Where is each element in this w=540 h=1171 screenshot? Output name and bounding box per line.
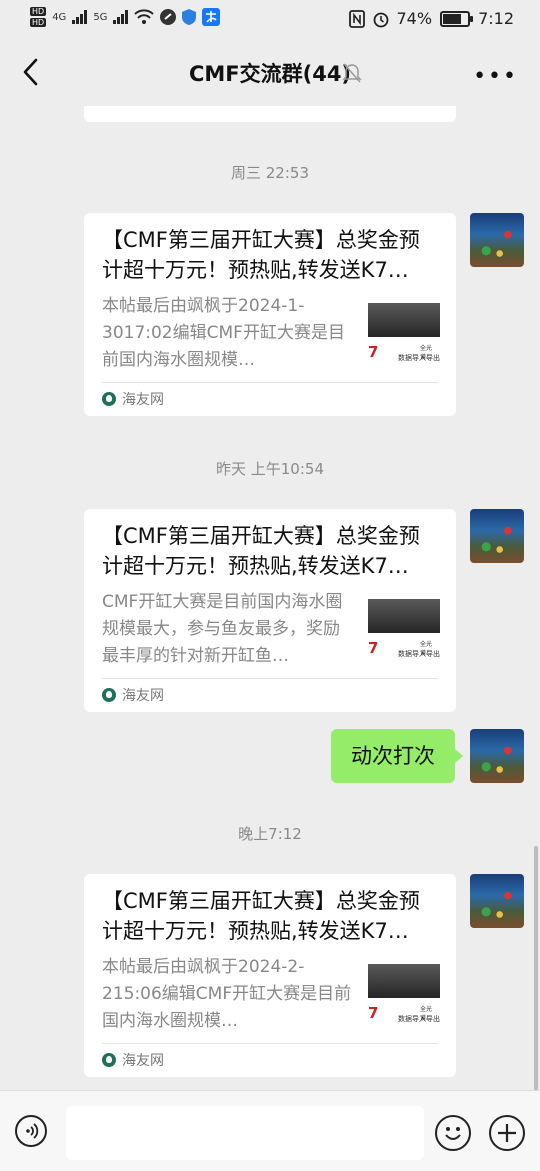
thumbnail-logo: 7	[368, 639, 379, 657]
card-source: 海友网	[102, 685, 164, 705]
card-thumbnail: 7 全光谱- 数据导入导出	[368, 303, 440, 369]
card-title: 【CMF第三届开缸大赛】总奖金预计超十万元！预热贴,转发送K7…	[102, 524, 420, 578]
status-bar: HD HD 4G 5G 74% 7:12	[0, 0, 540, 40]
card-thumbnail: 7 全光谱- 数据导入导出	[368, 964, 440, 1030]
hd-badge-2: HD	[30, 18, 47, 27]
more-dots-icon[interactable]: •••	[473, 64, 518, 89]
card-description: 本帖最后由飒枫于2024-2-215:06编辑CMF开缸大赛是目前国内海水圈规模…	[102, 957, 352, 1031]
source-name: 海友网	[122, 1053, 164, 1069]
card-divider	[102, 1043, 438, 1044]
chat-area[interactable]: 周三 22:53 【CMF第三届开缸大赛】总奖金预计超十万元！预热贴,转发送K7…	[0, 106, 540, 1090]
network-label-1: 4G	[52, 11, 67, 23]
thumbnail-screen	[368, 599, 440, 633]
card-title: 【CMF第三届开缸大赛】总奖金预计超十万元！预热贴,转发送K7…	[102, 889, 420, 943]
thumbnail-text: 数据导入导出	[398, 650, 440, 658]
chat-header: CMF交流群(44) •••	[0, 40, 540, 106]
timestamp: 晚上7:12	[238, 825, 302, 843]
card-source: 海友网	[102, 1050, 164, 1070]
timestamp: 周三 22:53	[231, 164, 309, 182]
source-logo-icon	[102, 392, 116, 406]
hd-badge-1: HD	[30, 7, 47, 16]
alarm-icon	[373, 12, 388, 27]
thumbnail-logo: 7	[368, 343, 379, 361]
source-name: 海友网	[122, 392, 164, 408]
card-source: 海友网	[102, 389, 164, 409]
wifi-icon	[134, 9, 155, 24]
message-input[interactable]	[66, 1106, 424, 1160]
network-label-2: 5G	[93, 11, 108, 23]
source-logo-icon	[102, 1053, 116, 1067]
link-card[interactable]: 【CMF第三届开缸大赛】总奖金预计超十万元！预热贴,转发送K7… 本帖最后由飒枫…	[84, 874, 456, 1077]
alipay-icon	[202, 8, 221, 26]
status-right: 74% 7:12	[348, 9, 514, 28]
card-divider	[102, 678, 438, 679]
previous-card-partial[interactable]	[84, 106, 456, 122]
text-message-bubble[interactable]: 动次打次	[331, 729, 463, 783]
nfc-icon	[348, 9, 365, 28]
signal-bars-icon	[72, 10, 88, 24]
card-title: 【CMF第三届开缸大赛】总奖金预计超十万元！预热贴,转发送K7…	[102, 228, 420, 282]
voice-icon[interactable]	[15, 1115, 47, 1147]
chat-title: CMF交流群(44)	[188, 62, 352, 86]
thumbnail-screen	[368, 303, 440, 337]
avatar[interactable]	[470, 509, 524, 563]
source-name: 海友网	[122, 688, 164, 704]
thumbnail-screen	[368, 964, 440, 998]
thumbnail-text: 数据导入导出	[398, 354, 440, 362]
status-left: HD HD 4G 5G	[30, 7, 221, 27]
battery-percent: 74%	[396, 9, 433, 28]
emoji-icon[interactable]	[435, 1115, 471, 1151]
source-logo-icon	[102, 688, 116, 702]
signal-bars-icon-2	[113, 10, 129, 24]
link-card[interactable]: 【CMF第三届开缸大赛】总奖金预计超十万元！预热贴,转发送K7… 本帖最后由飒枫…	[84, 213, 456, 416]
scrollbar[interactable]	[534, 846, 538, 1090]
card-description: CMF开缸大赛是目前国内海水圈规模最大，参与鱼友最多，奖励最丰厚的针对新开缸鱼…	[102, 592, 343, 666]
card-divider	[102, 382, 438, 383]
thumbnail-text: 数据导入导出	[398, 1015, 440, 1023]
card-thumbnail: 7 全光谱- 数据导入导出	[368, 599, 440, 665]
battery-icon	[440, 10, 474, 27]
input-bar	[0, 1090, 540, 1171]
link-card[interactable]: 【CMF第三届开缸大赛】总奖金预计超十万元！预热贴,转发送K7… CMF开缸大赛…	[84, 509, 456, 712]
sync-icon	[160, 9, 177, 25]
mute-bell-icon	[342, 63, 362, 83]
timestamp: 昨天 上午10:54	[216, 460, 324, 478]
thumbnail-logo: 7	[368, 1004, 379, 1022]
card-description: 本帖最后由飒枫于2024-1-3017:02编辑CMF开缸大赛是目前国内海水圈规…	[102, 296, 345, 370]
avatar[interactable]	[470, 874, 524, 928]
plus-icon[interactable]	[489, 1115, 525, 1151]
hd-badges: HD HD	[30, 7, 47, 27]
shield-icon	[182, 9, 197, 25]
clock: 7:12	[478, 9, 514, 28]
avatar[interactable]	[470, 213, 524, 267]
avatar[interactable]	[470, 729, 524, 783]
